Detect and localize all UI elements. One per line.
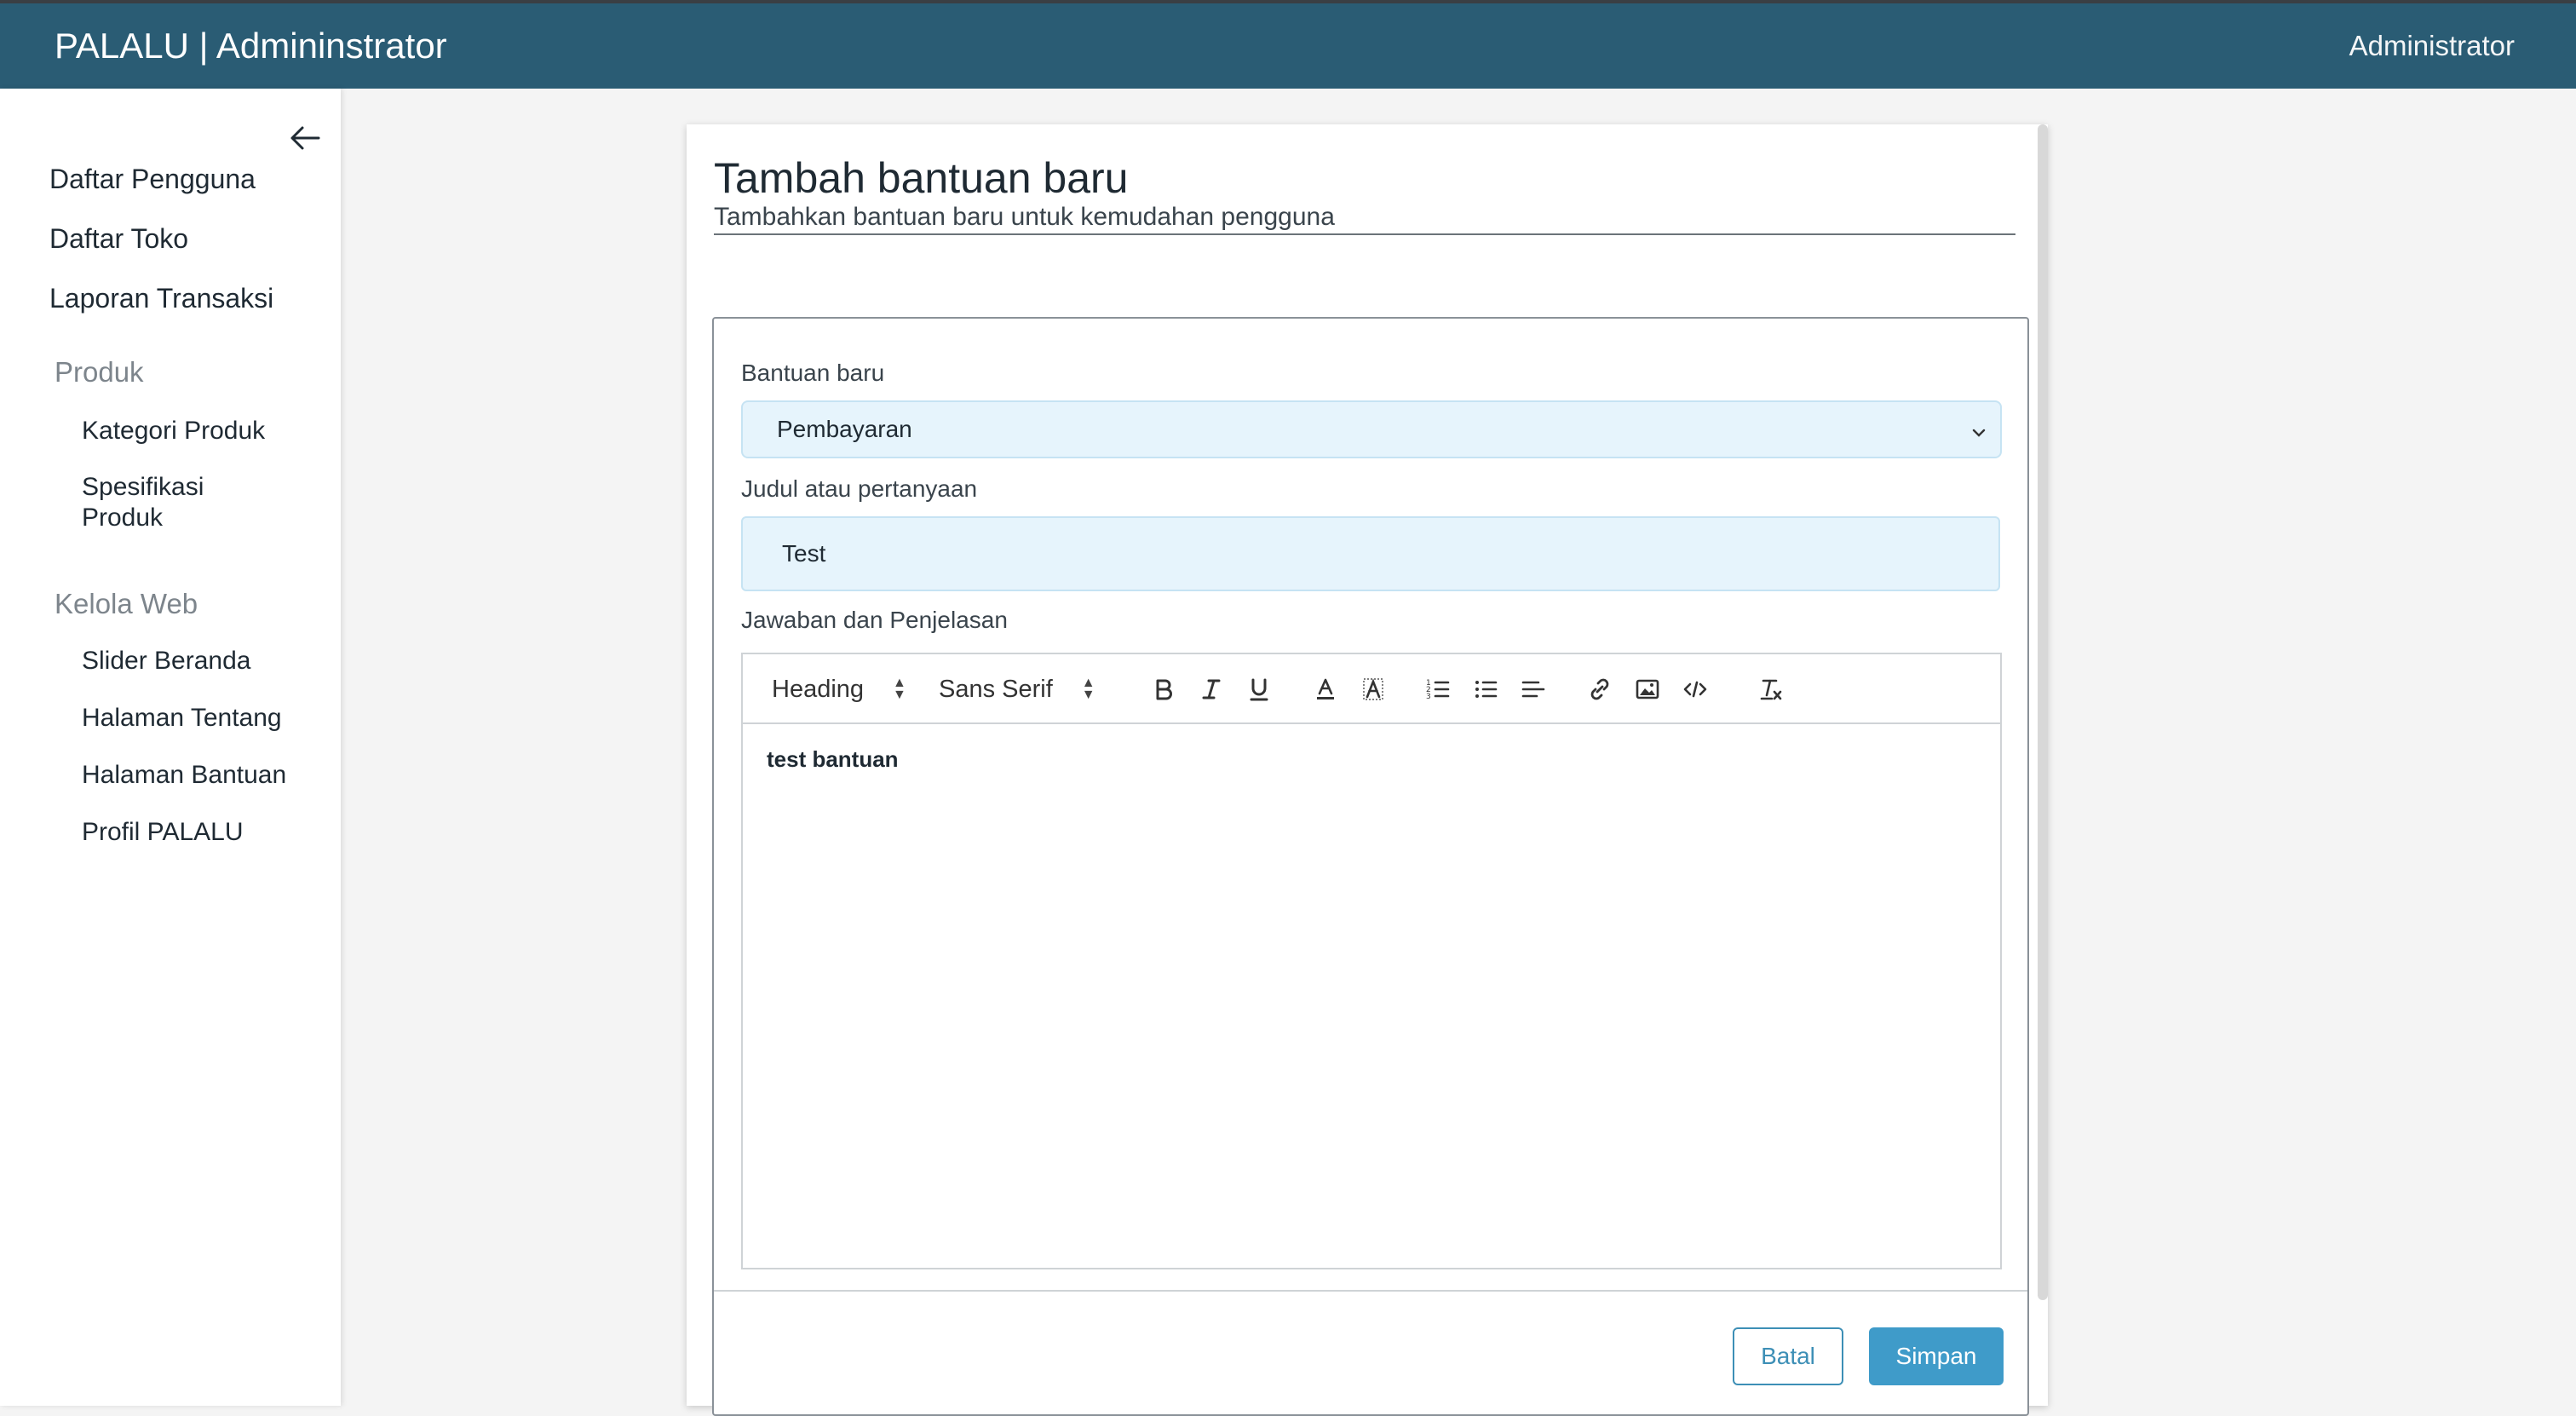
code-icon[interactable] [1678,654,1712,724]
sidebar-item-spesifikasi-produk[interactable]: Spesifikasi Produk [82,472,252,533]
title-divider [714,233,2015,235]
save-button[interactable]: Simpan [1869,1327,2004,1385]
sidebar-item-daftar-pengguna[interactable]: Daftar Pengguna [49,164,256,195]
bullet-list-icon[interactable] [1469,654,1503,724]
cancel-button[interactable]: Batal [1733,1327,1843,1385]
image-icon[interactable] [1630,654,1665,724]
sidebar-item-profil-palalu[interactable]: Profil PALALU [82,817,244,848]
help-form: Bantuan baru Pembayaran Judul atau perta… [712,317,2029,1416]
updown-icon: ▲ ▼ [893,676,906,702]
updown-icon: ▲ ▼ [1081,676,1095,702]
sidebar-item-halaman-bantuan[interactable]: Halaman Bantuan [82,760,286,791]
user-menu[interactable]: Administrator [2349,30,2521,62]
align-left-icon[interactable] [1516,654,1550,724]
arrow-left-icon[interactable] [286,119,324,157]
top-bar: PALALU | Admininstrator Administrator [0,0,2576,89]
app-title: PALALU | Admininstrator [55,26,447,66]
heading-picker-label: Heading [772,675,865,703]
font-picker[interactable]: Sans Serif ▲ ▼ [939,654,1095,724]
category-select[interactable]: Pembayaran [741,400,2002,458]
bold-icon[interactable] [1147,654,1181,724]
svg-text:3: 3 [1426,693,1431,701]
link-icon[interactable] [1583,654,1617,724]
editor-content[interactable]: test bantuan [767,746,899,773]
underline-icon[interactable] [1242,654,1276,724]
sidebar-group-produk: Produk [55,356,144,388]
question-label: Judul atau pertanyaan [741,475,978,502]
italic-icon[interactable] [1194,654,1228,724]
form-card: Tambah bantuan baru Tambahkan bantuan ba… [687,124,2048,1416]
sidebar-item-halaman-tentang[interactable]: Halaman Tentang [82,703,282,734]
font-picker-label: Sans Serif [939,675,1053,703]
clear-format-icon[interactable] [1753,654,1787,724]
chevron-down-icon [1969,421,1988,440]
question-input-value: Test [782,540,826,567]
sidebar-item-laporan-transaksi[interactable]: Laporan Transaksi [49,283,273,314]
page-title: Tambah bantuan baru [714,154,1129,202]
rich-text-editor: Heading ▲ ▼ Sans Serif ▲ ▼ 1 2 3 test ba… [741,653,2002,1269]
category-selected-value: Pembayaran [777,416,912,442]
sidebar-item-daftar-toko[interactable]: Daftar Toko [49,223,188,255]
answer-label: Jawaban dan Penjelasan [741,607,1008,633]
footer-divider [714,1290,2027,1292]
text-color-icon[interactable] [1308,654,1343,724]
category-label: Bantuan baru [741,360,885,386]
heading-picker[interactable]: Heading ▲ ▼ [772,654,906,724]
ordered-list-icon[interactable]: 123 [1421,654,1455,724]
editor-toolbar: Heading ▲ ▼ Sans Serif ▲ ▼ 1 2 3 [743,654,2000,724]
sidebar-item-slider-beranda[interactable]: Slider Beranda [82,646,250,676]
sidebar: Daftar Pengguna Daftar Toko Laporan Tran… [0,89,341,1406]
page-subtitle: Tambahkan bantuan baru untuk kemudahan p… [714,203,1335,231]
question-input[interactable]: Test [741,516,2000,591]
background-color-icon[interactable] [1356,654,1390,724]
sidebar-group-kelola-web: Kelola Web [55,588,198,619]
sidebar-item-kategori-produk[interactable]: Kategori Produk [82,416,265,446]
scrollbar[interactable] [2038,124,2048,1300]
